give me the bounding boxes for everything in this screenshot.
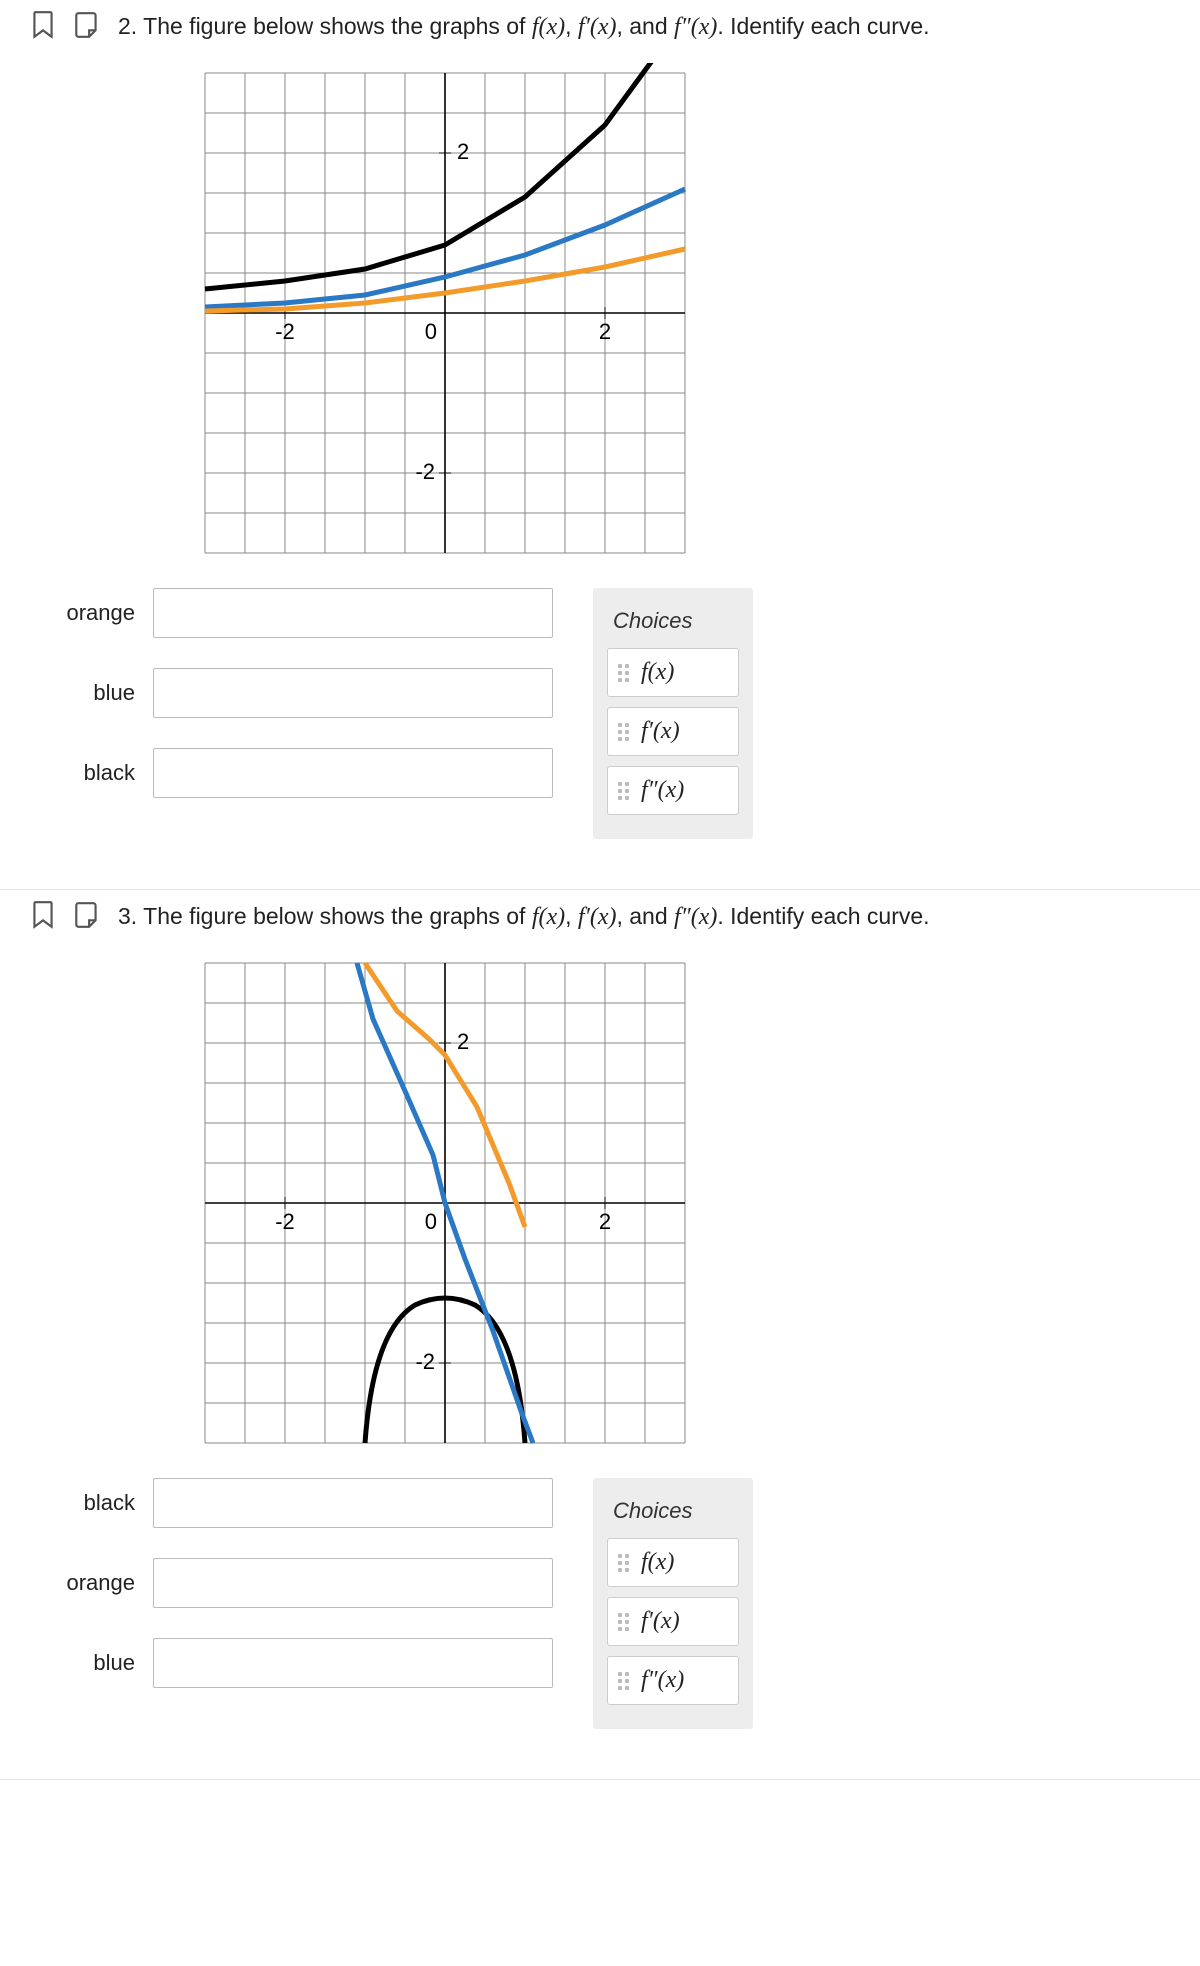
choice-f[interactable]: f(x) — [607, 648, 739, 697]
choice-fdoubleprime[interactable]: f″(x) — [607, 766, 739, 815]
choices-panel: Choices f(x) f′(x) f″(x) — [593, 588, 753, 839]
match-row-blue: blue — [50, 1638, 553, 1688]
row-label: blue — [50, 1650, 135, 1676]
math-fp: f′(x) — [578, 14, 617, 40]
math-f: f(x) — [532, 904, 565, 930]
math-f: f(x) — [532, 14, 565, 40]
drop-target-black[interactable] — [153, 1478, 553, 1528]
drop-target-blue[interactable] — [153, 1638, 553, 1688]
prompt-text-b: . Identify each curve. — [717, 13, 929, 39]
match-area-q2: orange blue black Choices f(x) f′(x) — [50, 588, 1170, 839]
question-prompt: 3. The figure below shows the graphs of … — [118, 900, 930, 935]
prompt-text-a: The figure below shows the graphs of — [143, 13, 532, 39]
question-prompt: 2. The figure below shows the graphs of … — [118, 10, 930, 45]
math-fpp: f″(x) — [674, 14, 717, 40]
question-3: 3. The figure below shows the graphs of … — [0, 890, 1200, 1780]
question-header: 2. The figure below shows the graphs of … — [30, 10, 1170, 45]
bookmark-icon[interactable] — [30, 10, 56, 45]
y-tick-neg: -2 — [415, 1349, 435, 1374]
x-tick-0: 0 — [425, 1209, 437, 1234]
choice-fprime[interactable]: f′(x) — [607, 1597, 739, 1646]
x-tick-pos: 2 — [599, 1209, 611, 1234]
choices-title: Choices — [613, 1498, 737, 1524]
row-label: blue — [50, 680, 135, 706]
grip-icon — [618, 1672, 629, 1690]
match-row-black: black — [50, 748, 553, 798]
graph-q2: -2 0 2 2 -2 — [165, 63, 725, 563]
grip-icon — [618, 1613, 629, 1631]
grip-icon — [618, 1554, 629, 1572]
note-icon[interactable] — [74, 900, 100, 935]
choice-fprime[interactable]: f′(x) — [607, 707, 739, 756]
math-fp: f′(x) — [578, 904, 617, 930]
prompt-text-a: The figure below shows the graphs of — [143, 903, 532, 929]
grip-icon — [618, 664, 629, 682]
prompt-text-b: . Identify each curve. — [717, 903, 929, 929]
graph-container-q3: -2 0 2 2 -2 — [165, 953, 1170, 1453]
choice-label: f″(x) — [641, 1667, 684, 1694]
match-area-q3: black orange blue Choices f(x) f′(x) — [50, 1478, 1170, 1729]
choice-label: f(x) — [641, 659, 674, 686]
grip-icon — [618, 782, 629, 800]
question-number: 3. — [118, 903, 143, 929]
graph-container-q2: -2 0 2 2 -2 — [165, 63, 1170, 563]
drop-target-blue[interactable] — [153, 668, 553, 718]
x-tick-pos: 2 — [599, 319, 611, 344]
match-rows: orange blue black — [50, 588, 553, 798]
drop-target-orange[interactable] — [153, 588, 553, 638]
graph-q3: -2 0 2 2 -2 — [165, 953, 725, 1453]
bookmark-icon[interactable] — [30, 900, 56, 935]
choices-title: Choices — [613, 608, 737, 634]
choices-panel: Choices f(x) f′(x) f″(x) — [593, 1478, 753, 1729]
choice-fdoubleprime[interactable]: f″(x) — [607, 1656, 739, 1705]
row-label: black — [50, 760, 135, 786]
question-header: 3. The figure below shows the graphs of … — [30, 900, 1170, 935]
match-row-orange: orange — [50, 1558, 553, 1608]
y-tick-pos: 2 — [457, 139, 469, 164]
y-tick-neg: -2 — [415, 459, 435, 484]
match-row-orange: orange — [50, 588, 553, 638]
drop-target-orange[interactable] — [153, 1558, 553, 1608]
x-tick-0: 0 — [425, 319, 437, 344]
row-label: black — [50, 1490, 135, 1516]
note-icon[interactable] — [74, 10, 100, 45]
row-label: orange — [50, 600, 135, 626]
choice-label: f′(x) — [641, 1608, 680, 1635]
math-fpp: f″(x) — [674, 904, 717, 930]
x-tick-neg: -2 — [275, 319, 295, 344]
choice-label: f′(x) — [641, 718, 680, 745]
choice-f[interactable]: f(x) — [607, 1538, 739, 1587]
match-row-black: black — [50, 1478, 553, 1528]
question-2: 2. The figure below shows the graphs of … — [0, 0, 1200, 890]
choice-label: f(x) — [641, 1549, 674, 1576]
x-tick-neg: -2 — [275, 1209, 295, 1234]
choice-label: f″(x) — [641, 777, 684, 804]
match-row-blue: blue — [50, 668, 553, 718]
grip-icon — [618, 723, 629, 741]
row-label: orange — [50, 1570, 135, 1596]
match-rows: black orange blue — [50, 1478, 553, 1688]
question-number: 2. — [118, 13, 143, 39]
drop-target-black[interactable] — [153, 748, 553, 798]
y-tick-pos: 2 — [457, 1029, 469, 1054]
